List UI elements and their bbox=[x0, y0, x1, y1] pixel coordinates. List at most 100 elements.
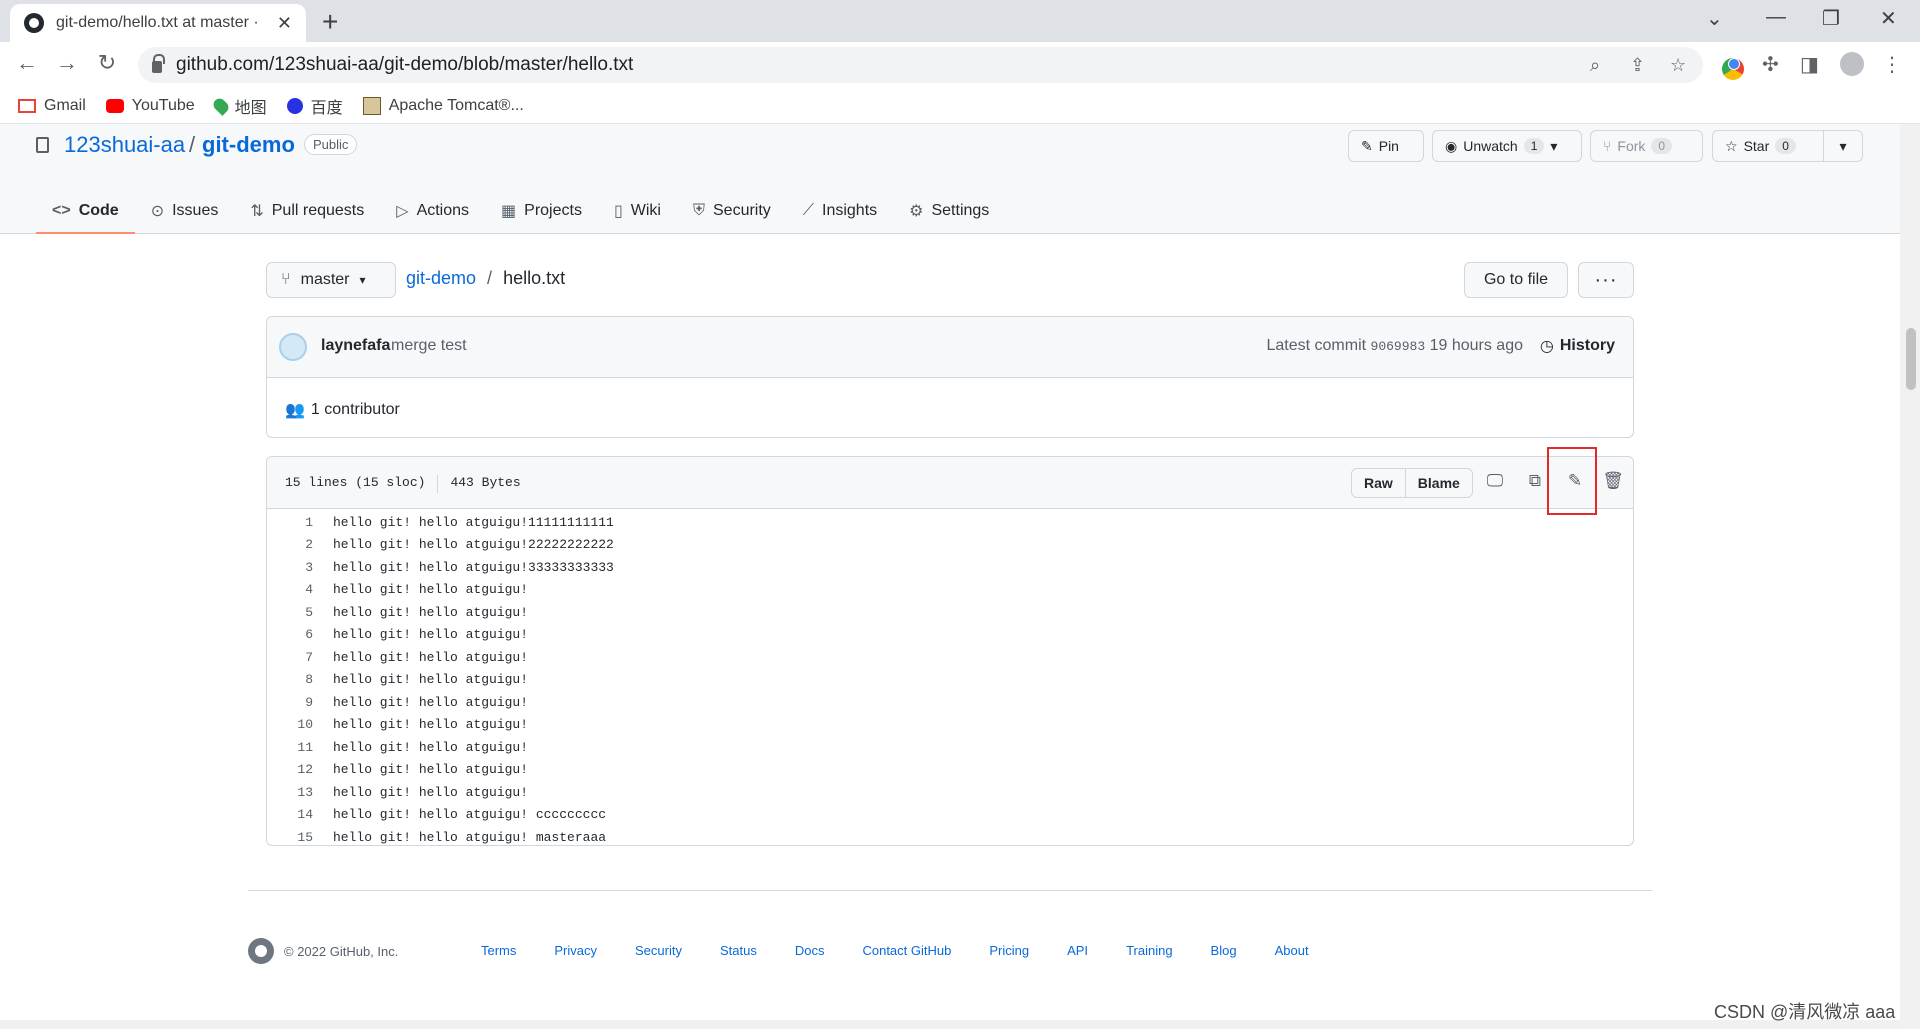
contributors-link[interactable]: 👥 1 contributor bbox=[285, 400, 400, 420]
footer-link[interactable]: Terms bbox=[481, 943, 516, 958]
back-icon[interactable]: ← bbox=[12, 50, 42, 76]
tab-label: Settings bbox=[931, 202, 990, 219]
bookmark-tomcat[interactable]: Apache Tomcat®... bbox=[362, 96, 524, 115]
footer-link[interactable]: API bbox=[1067, 943, 1088, 958]
tab-label: Pull requests bbox=[271, 202, 365, 219]
tab-security[interactable]: ⛨ Security bbox=[677, 188, 787, 234]
profile-avatar-icon[interactable] bbox=[1840, 52, 1864, 76]
line-number[interactable]: 14 bbox=[267, 807, 313, 822]
trash-icon[interactable]: 🗑 bbox=[1601, 471, 1625, 491]
side-panel-icon[interactable]: ◨ bbox=[1800, 52, 1819, 77]
repo-icon bbox=[36, 137, 49, 153]
line-text: hello git! hello atguigu!22222222222 bbox=[333, 537, 614, 553]
line-number[interactable]: 8 bbox=[267, 672, 313, 687]
address-bar[interactable]: github.com/123shuai-aa/git-demo/blob/mas… bbox=[138, 47, 1703, 83]
reload-icon[interactable]: ↻ bbox=[92, 50, 122, 76]
breadcrumb-repo-link[interactable]: git-demo bbox=[406, 268, 476, 288]
share-icon[interactable]: ⇪ bbox=[1630, 55, 1645, 76]
star-dropdown-button[interactable]: ▾ bbox=[1823, 130, 1863, 162]
line-number[interactable]: 3 bbox=[267, 560, 313, 575]
footer-link[interactable]: Docs bbox=[795, 943, 825, 958]
tab-issues[interactable]: ⊙ Issues bbox=[135, 188, 235, 234]
close-window-icon[interactable]: ✕ bbox=[1880, 6, 1897, 31]
repo-owner-link[interactable]: 123shuai-aa bbox=[64, 132, 185, 158]
line-number[interactable]: 7 bbox=[267, 650, 313, 665]
pin-button[interactable]: ✎ Pin bbox=[1348, 130, 1424, 162]
footer-link[interactable]: Security bbox=[635, 943, 682, 958]
footer-link[interactable]: Pricing bbox=[989, 943, 1029, 958]
code-line: 14 hello git! hello atguigu! ccccccccc bbox=[267, 804, 1633, 827]
star-button[interactable]: ☆ Star 0 bbox=[1712, 130, 1824, 162]
extensions-puzzle-icon[interactable]: ✣ bbox=[1762, 52, 1779, 77]
forward-icon[interactable]: → bbox=[52, 50, 82, 76]
line-number[interactable]: 11 bbox=[267, 740, 313, 755]
browser-tab[interactable]: git-demo/hello.txt at master · ✕ bbox=[10, 4, 306, 42]
gmail-icon bbox=[18, 98, 36, 113]
restore-icon[interactable]: ❐ bbox=[1822, 6, 1840, 31]
bookmark-maps[interactable]: 地图 bbox=[210, 94, 267, 118]
footer-link[interactable]: Status bbox=[720, 943, 757, 958]
bookmark-gmail[interactable]: Gmail bbox=[18, 97, 86, 115]
line-number[interactable]: 15 bbox=[267, 830, 313, 845]
line-number[interactable]: 2 bbox=[267, 537, 313, 552]
footer-link[interactable]: Contact GitHub bbox=[862, 943, 951, 958]
commit-sha[interactable]: 9069983 bbox=[1371, 339, 1426, 354]
new-tab-icon[interactable]: + bbox=[322, 6, 338, 38]
tab-pull-requests[interactable]: ⇅ Pull requests bbox=[234, 188, 380, 234]
code-line: 8 hello git! hello atguigu! bbox=[267, 669, 1633, 692]
tab-insights[interactable]: ⟋ Insights bbox=[787, 188, 893, 234]
minimize-icon[interactable]: — bbox=[1766, 6, 1786, 29]
graph-icon: ⟋ bbox=[802, 202, 814, 219]
bookmark-star-icon[interactable]: ☆ bbox=[1670, 55, 1686, 76]
fork-button[interactable]: ⑂ Fork 0 bbox=[1590, 130, 1703, 162]
tab-label: Actions bbox=[416, 202, 470, 219]
line-number[interactable]: 12 bbox=[267, 762, 313, 777]
history-button[interactable]: ◷ History bbox=[1540, 336, 1615, 356]
bookmark-youtube[interactable]: YouTube bbox=[105, 97, 195, 115]
line-number[interactable]: 1 bbox=[267, 515, 313, 530]
github-logo-icon[interactable] bbox=[248, 938, 274, 964]
raw-blame-group: Raw Blame bbox=[1351, 468, 1473, 498]
pin-label: Pin bbox=[1378, 138, 1399, 154]
tab-projects[interactable]: ▦ Projects bbox=[485, 188, 598, 234]
line-number[interactable]: 4 bbox=[267, 582, 313, 597]
go-to-file-button[interactable]: Go to file bbox=[1464, 262, 1568, 298]
tab-search-icon[interactable]: ⌄ bbox=[1706, 6, 1723, 31]
footer-link[interactable]: Training bbox=[1126, 943, 1172, 958]
blame-button[interactable]: Blame bbox=[1404, 469, 1472, 497]
desktop-icon[interactable]: 🖵 bbox=[1483, 471, 1507, 491]
menu-kebab-icon[interactable]: ⋮ bbox=[1882, 52, 1902, 77]
line-number[interactable]: 10 bbox=[267, 717, 313, 732]
footer: © 2022 GitHub, Inc. bbox=[248, 938, 398, 964]
more-options-button[interactable]: ··· bbox=[1578, 262, 1634, 298]
line-text: hello git! hello atguigu! bbox=[333, 627, 529, 643]
tab-wiki[interactable]: ▯ Wiki bbox=[598, 188, 677, 234]
baidu-paw-icon bbox=[286, 97, 303, 114]
commit-author[interactable]: laynefafa bbox=[321, 337, 390, 355]
zoom-icon[interactable]: ⌕ bbox=[1590, 55, 1600, 76]
avatar[interactable] bbox=[279, 333, 307, 361]
footer-link[interactable]: Privacy bbox=[554, 943, 597, 958]
scrollbar[interactable] bbox=[1900, 124, 1920, 1029]
branch-select-button[interactable]: ⑂ master ▾ bbox=[266, 262, 396, 298]
copy-icon[interactable]: ⧉ bbox=[1523, 471, 1547, 491]
line-number[interactable]: 6 bbox=[267, 627, 313, 642]
tab-settings[interactable]: ⚙ Settings bbox=[893, 188, 1005, 234]
bookmark-label: Gmail bbox=[44, 96, 86, 114]
footer-link[interactable]: Blog bbox=[1211, 943, 1237, 958]
scrollbar-thumb[interactable] bbox=[1906, 328, 1916, 390]
history-clock-icon: ◷ bbox=[1539, 338, 1554, 355]
chrome-extension-icon[interactable] bbox=[1722, 52, 1744, 80]
line-number[interactable]: 5 bbox=[267, 605, 313, 620]
commit-message[interactable]: merge test bbox=[391, 337, 467, 355]
tab-code[interactable]: <> Code bbox=[36, 188, 135, 234]
line-number[interactable]: 13 bbox=[267, 785, 313, 800]
bookmark-baidu[interactable]: 百度 bbox=[286, 94, 343, 118]
line-number[interactable]: 9 bbox=[267, 695, 313, 710]
repo-name-link[interactable]: git-demo bbox=[202, 132, 295, 158]
footer-link[interactable]: About bbox=[1275, 943, 1309, 958]
tab-actions[interactable]: ▷ Actions bbox=[380, 188, 485, 234]
unwatch-button[interactable]: ◉ Unwatch 1 ▾ bbox=[1432, 130, 1582, 162]
close-tab-icon[interactable]: ✕ bbox=[277, 13, 292, 34]
raw-button[interactable]: Raw bbox=[1352, 469, 1405, 497]
